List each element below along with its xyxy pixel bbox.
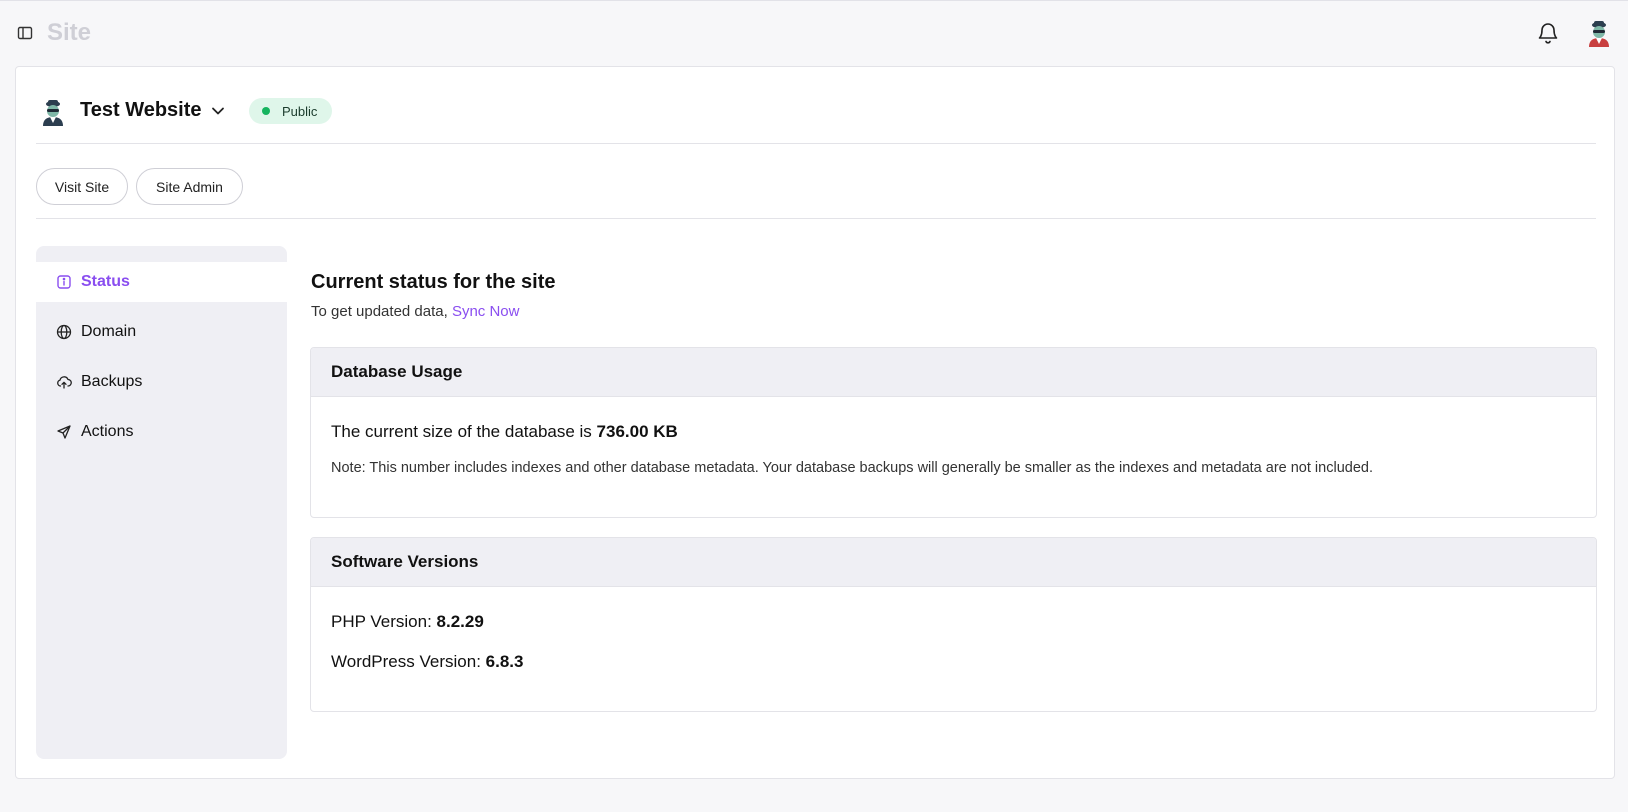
site-card: Test Website Public Visit Site Site Admi… <box>15 66 1615 779</box>
nav-item-label: Domain <box>81 323 137 340</box>
site-admin-button[interactable]: Site Admin <box>136 168 243 205</box>
content-title: Current status for the site <box>311 271 556 293</box>
nav-item-backups[interactable]: Backups <box>36 362 287 402</box>
database-usage-heading: Database Usage <box>311 348 1596 397</box>
visibility-label: Public <box>282 103 318 119</box>
app-title: Site <box>47 19 92 46</box>
software-versions-panel: Software Versions PHP Version: 8.2.29 Wo… <box>310 537 1597 712</box>
software-versions-heading: Software Versions <box>311 538 1596 587</box>
notification-bell-icon[interactable] <box>1536 21 1560 45</box>
database-usage-panel: Database Usage The current size of the d… <box>310 347 1597 518</box>
database-size-line: The current size of the database is 736.… <box>331 422 678 442</box>
wordpress-version-label: WordPress Version: <box>331 652 486 671</box>
nav-item-label: Status <box>81 273 130 290</box>
nav-item-status[interactable]: Status <box>36 262 287 302</box>
nav-item-domain[interactable]: Domain <box>36 312 287 352</box>
database-note: Note: This number includes indexes and o… <box>331 460 1373 476</box>
cloud-upload-icon <box>56 374 72 390</box>
php-version-label: PHP Version: <box>331 612 437 631</box>
top-bar: Site <box>0 1 1628 65</box>
nav-item-actions[interactable]: Actions <box>36 412 287 452</box>
wordpress-version-value: 6.8.3 <box>485 652 524 671</box>
divider <box>36 143 1596 144</box>
nav-item-label: Actions <box>81 423 134 440</box>
sidebar-toggle-icon[interactable] <box>17 25 33 41</box>
visit-site-button[interactable]: Visit Site <box>36 168 128 205</box>
info-icon <box>56 274 72 290</box>
wordpress-version-line: WordPress Version: 6.8.3 <box>331 652 523 672</box>
database-size-label: The current size of the database is <box>331 422 597 441</box>
chevron-down-icon[interactable] <box>209 102 227 120</box>
section-nav: Status Domain Backups Actions <box>36 246 287 759</box>
globe-icon <box>56 324 72 340</box>
status-dot-icon <box>262 107 270 115</box>
send-icon <box>56 424 72 440</box>
visibility-badge: Public <box>249 98 332 124</box>
site-name[interactable]: Test Website <box>80 99 202 122</box>
user-avatar[interactable] <box>1586 19 1612 47</box>
site-avatar <box>40 98 66 126</box>
database-size-value: 736.00 KB <box>596 422 678 441</box>
php-version-line: PHP Version: 8.2.29 <box>331 612 484 632</box>
nav-item-label: Backups <box>81 373 143 390</box>
subtitle-text: To get updated data, <box>311 303 452 320</box>
sync-now-link[interactable]: Sync Now <box>452 303 520 320</box>
content-subtitle: To get updated data, Sync Now <box>311 303 519 320</box>
divider <box>36 218 1596 219</box>
php-version-value: 8.2.29 <box>436 612 484 631</box>
